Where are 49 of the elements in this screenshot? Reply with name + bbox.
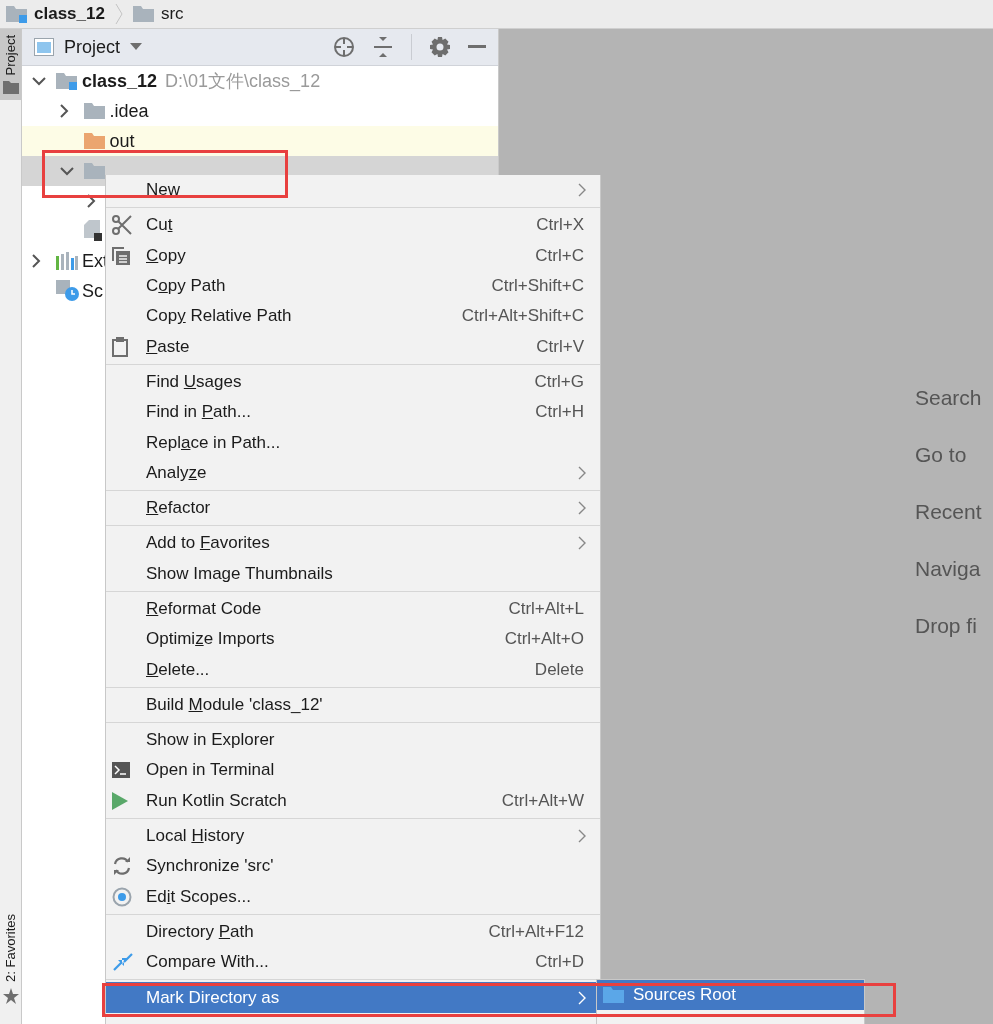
menu-item-label: Paste — [146, 336, 191, 357]
hint-text: Search — [915, 385, 983, 411]
hint-text: Drop fi — [915, 613, 978, 639]
shortcut-text: Ctrl+G — [534, 371, 584, 392]
menu-item-label: Refactor — [146, 498, 212, 519]
shortcut-text: Ctrl+X — [536, 215, 584, 236]
shortcut-text: Ctrl+Alt+L — [508, 599, 584, 619]
menu-item-label: Optimize Imports — [146, 629, 276, 650]
shortcut-text: Ctrl+D — [535, 952, 584, 973]
menu-item-label: Delete... — [146, 659, 211, 680]
menu-item-label: Local History — [146, 826, 246, 847]
shortcut-text: Ctrl+Alt+W — [501, 790, 584, 811]
menu-item-label: Replace in Path... — [146, 432, 282, 453]
tree-item-label: .idea — [109, 100, 149, 122]
shortcut-text: Ctrl+Alt+F12 — [488, 921, 584, 942]
menu-item-label: Run Kotlin Scratch — [146, 790, 288, 811]
menu-item-label: Compare With... — [146, 952, 270, 973]
hint-text: Go to — [915, 442, 968, 468]
menu-item-label: Show in Explorer — [146, 730, 276, 751]
shortcut-text: Delete — [534, 659, 584, 680]
menu-item-label: Add to Favorites — [146, 533, 271, 554]
menu-item-label: Open in Terminal — [146, 760, 276, 781]
menu-item-label: Copy Relative Path — [146, 306, 293, 327]
menu-item-label: Edit Scopes... — [146, 886, 252, 907]
hint-text: Naviga — [915, 556, 982, 582]
menu-item-label: Analyze — [146, 462, 208, 483]
menu-item-label: Synchronize 'src' — [146, 856, 275, 877]
shortcut-text: Ctrl+V — [536, 336, 584, 357]
hint-text: Recent — [915, 499, 983, 525]
menu-item-label: Show Image Thumbnails — [146, 563, 334, 584]
menu-item-label: Cut — [146, 215, 174, 236]
path-text: D:\01文件\class_12 — [165, 70, 321, 93]
menu-item-label: Copy Path — [146, 276, 227, 297]
shortcut-text: Ctrl+Alt+Shift+C — [461, 306, 584, 327]
menu-item-label: Mark Directory as — [146, 987, 281, 1008]
tree-item-label: Sc — [82, 280, 103, 302]
shortcut-text: Ctrl+C — [535, 245, 584, 266]
shortcut-text: Ctrl+Shift+C — [491, 276, 584, 297]
menu-item-label: Reformat Code — [146, 599, 263, 619]
tree-item-label: out — [109, 130, 135, 152]
shortcut-text: Ctrl+H — [535, 402, 584, 423]
menu-item-label: New — [146, 180, 181, 201]
menu-item-label: Copy — [146, 245, 187, 266]
shortcut-text: Ctrl+Alt+O — [504, 629, 584, 650]
menu-item-label: Find in Path... — [146, 402, 252, 423]
menu-item-label: Directory Path — [146, 921, 255, 942]
tree-item-label: class_12 — [82, 70, 158, 92]
menu-item-label: Build Module 'class_12' — [146, 694, 324, 715]
menu-item-label: Find Usages — [146, 371, 243, 392]
